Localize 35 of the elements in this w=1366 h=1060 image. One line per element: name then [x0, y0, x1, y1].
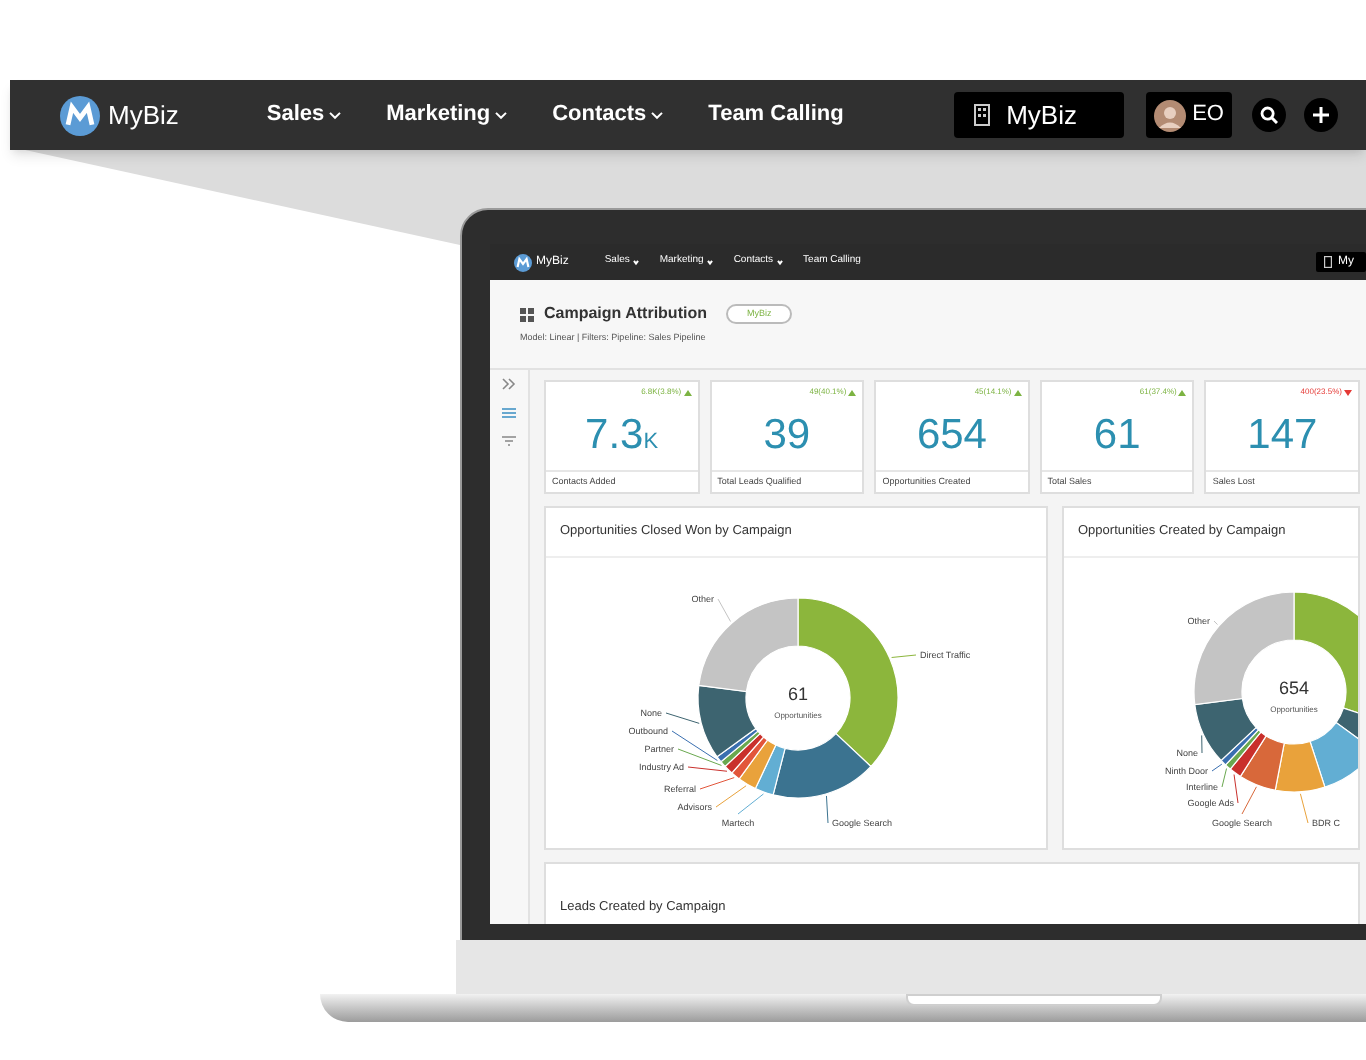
leader-line	[1299, 793, 1309, 824]
nav-menu-item[interactable]: Team Calling	[708, 98, 844, 132]
account-switcher[interactable]: MyBiz	[954, 92, 1125, 138]
add-button[interactable]	[1304, 98, 1338, 132]
kpi-value: 654	[916, 413, 987, 455]
nav-menu-item[interactable]: Marketing	[386, 98, 509, 132]
leader-line	[737, 793, 764, 815]
building-icon	[974, 104, 991, 126]
donut-center-value: 654	[1278, 678, 1310, 698]
leader-line	[1201, 734, 1203, 754]
donut-center-value: 61	[788, 684, 808, 704]
grid-icon	[520, 307, 534, 321]
leader-line	[825, 795, 829, 824]
user-menu[interactable]: EO	[1146, 92, 1232, 138]
kpi-value: 147	[1247, 413, 1318, 455]
kpi-value: 39	[763, 413, 811, 455]
nav-menu-item[interactable]: Contacts	[552, 98, 665, 132]
leader-line	[665, 712, 700, 724]
page-title: Campaign Attribution	[544, 302, 707, 326]
search-button[interactable]	[1252, 98, 1286, 132]
leader-line	[717, 598, 732, 622]
kpi-value: 7.3K	[585, 413, 659, 455]
plus-icon	[1312, 106, 1330, 124]
search-icon	[1260, 106, 1278, 124]
list-icon	[502, 408, 516, 418]
filter-icon	[502, 436, 516, 446]
building-icon	[1324, 256, 1332, 268]
avatar-icon	[1154, 99, 1187, 131]
logo-text: MyBiz	[108, 97, 179, 134]
logo-icon	[60, 95, 100, 135]
expand-icon	[502, 378, 516, 390]
logo-icon	[514, 253, 532, 271]
kpi-value: 61	[1093, 413, 1141, 455]
leader-line	[891, 654, 917, 658]
nav-menu-item[interactable]: Sales	[266, 98, 343, 132]
